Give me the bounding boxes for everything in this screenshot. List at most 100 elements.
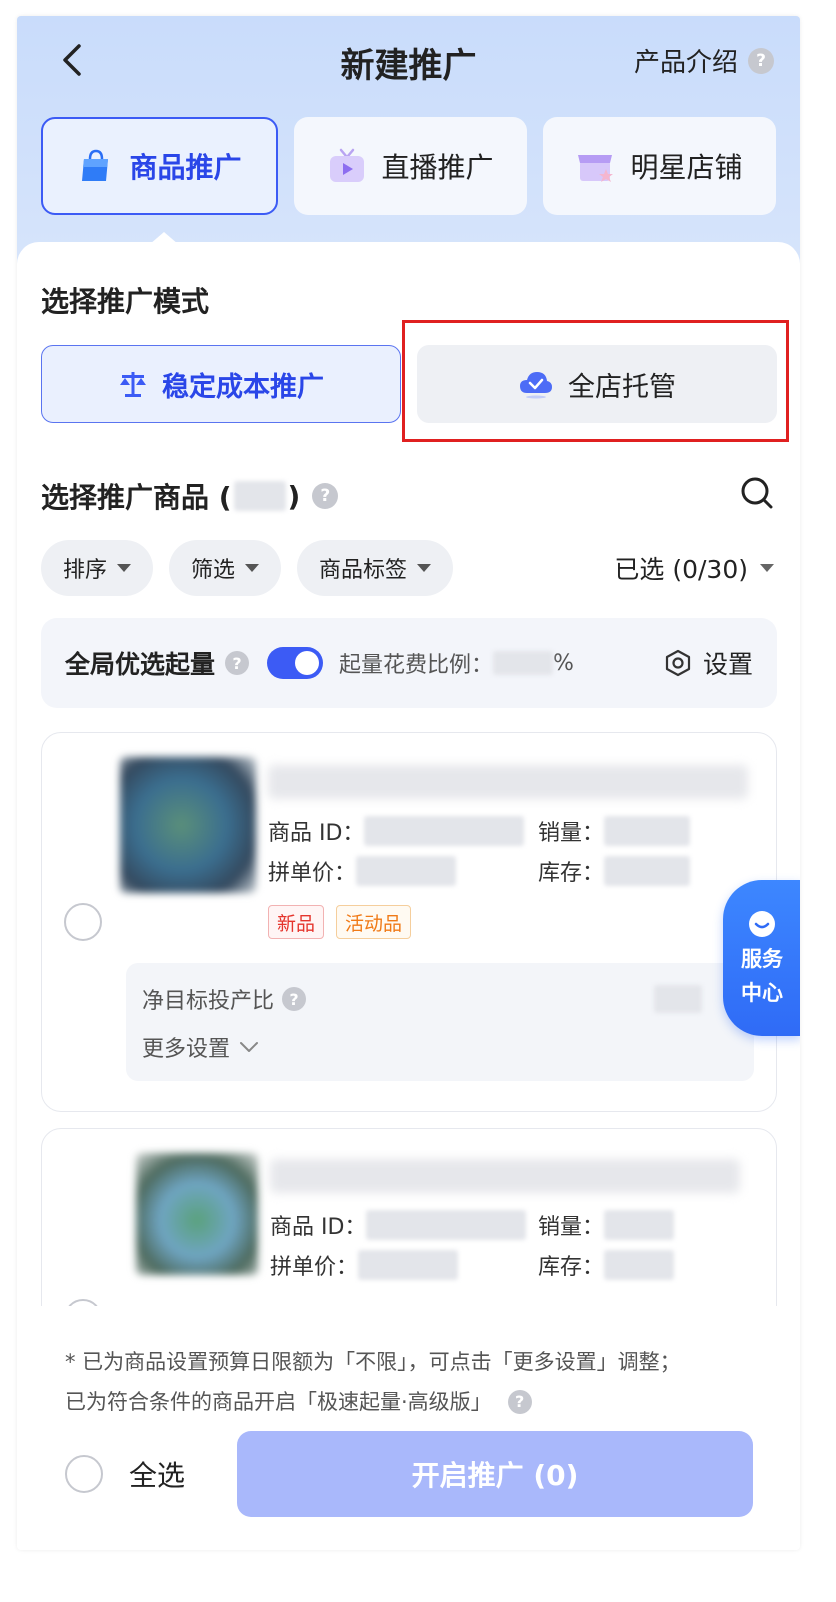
filter-dropdown[interactable]: 筛选 [169, 540, 282, 596]
sales-label: 销量： [538, 821, 605, 846]
roi-label: 净目标投产比 [142, 989, 275, 1014]
stock-label: 库存： [538, 861, 605, 886]
caret-down-icon [417, 564, 432, 572]
product-card: 商品 ID： 拼单价： 销量： 库存： 新品 活动品 净目标投产比 ? 更多设置 [41, 732, 777, 1112]
help-icon[interactable]: ? [507, 1390, 532, 1414]
mode-label: 稳定成本推广 [162, 371, 324, 403]
product-title-redacted [268, 765, 748, 799]
settings-label: 设置 [702, 650, 753, 679]
price-value-redacted [356, 856, 457, 886]
product-stock: 库存： [538, 855, 691, 887]
select-all-label: 全选 [129, 1459, 186, 1492]
caret-down-icon [760, 564, 774, 572]
store-icon [578, 155, 614, 182]
product-title-redacted [270, 1159, 740, 1193]
section-title-mode: 选择推广模式 [41, 285, 210, 318]
caret-down-icon [245, 564, 260, 572]
roi-value-redacted [654, 985, 702, 1013]
chip-label: 筛选 [191, 558, 236, 583]
sales-value-redacted [604, 816, 691, 846]
stock-label: 库存： [538, 1255, 605, 1280]
global-boost-bar: 全局优选起量 ? 起量花费比例： % 设置 [41, 618, 777, 708]
tag-activity: 活动品 [336, 905, 412, 939]
product-thumbnail [120, 757, 256, 893]
help-icon[interactable]: ? [225, 651, 250, 675]
tv-icon [330, 148, 365, 182]
service-center-button[interactable]: 服务 中心 [723, 880, 800, 1036]
id-value-redacted [366, 1210, 527, 1240]
note-line2: 已为符合条件的商品开启「极速起量·高级版」 [65, 1390, 492, 1414]
start-promotion-button[interactable]: 开启推广 (0) [237, 1431, 753, 1517]
ratio-label: 起量花费比例： [339, 653, 494, 678]
promotion-type-tabs: 商品推广 直播推广 明星店铺 [41, 117, 776, 215]
sort-dropdown[interactable]: 排序 [41, 540, 154, 596]
caret-down-icon [117, 564, 132, 572]
select-all[interactable]: 全选 [65, 1454, 185, 1494]
shopping-bag-icon [82, 149, 109, 181]
product-id: 商品 ID： [268, 815, 525, 847]
price-label: 拼单价： [268, 861, 357, 886]
tab-live-promotion[interactable]: 直播推广 [294, 117, 527, 215]
settings-hexagon-icon [665, 649, 691, 677]
help-icon[interactable]: ? [748, 47, 774, 74]
boost-ratio: 起量花费比例： % [339, 647, 574, 679]
section-title-goods: 选择推广商品 ( ) ? [41, 476, 339, 516]
product-intro-link[interactable]: 产品介绍 ? [634, 42, 774, 79]
tab-label: 明星店铺 [630, 151, 743, 184]
tab-star-store[interactable]: 明星店铺 [543, 117, 776, 215]
product-intro-label: 产品介绍 [633, 48, 738, 78]
chip-label: 排序 [63, 558, 108, 583]
stock-value-redacted [604, 856, 691, 886]
stock-value-redacted [604, 1250, 675, 1280]
highlight-box [402, 320, 789, 442]
tab-label: 直播推广 [381, 151, 494, 184]
mode-stable-cost[interactable]: 稳定成本推广 [41, 345, 401, 423]
ratio-unit: % [553, 650, 574, 676]
product-thumbnail [136, 1153, 258, 1275]
help-icon[interactable]: ? [312, 483, 339, 509]
product-sales: 销量： [538, 1209, 675, 1241]
product-settings-panel: 净目标投产比 ? 更多设置 [126, 963, 754, 1081]
price-label: 拼单价： [270, 1255, 359, 1280]
global-boost-label: 全局优选起量 [65, 650, 216, 679]
tag-dropdown[interactable]: 商品标签 [297, 540, 454, 596]
boost-settings-button[interactable]: 设置 [663, 645, 753, 681]
roi-row: 净目标投产比 ? [142, 983, 307, 1015]
price-value-redacted [358, 1250, 459, 1280]
selected-count-dropdown[interactable]: 已选 (0/30) [614, 550, 774, 586]
select-all-checkbox[interactable] [65, 1455, 103, 1493]
id-label: 商品 ID： [270, 1215, 367, 1240]
service-line2: 中心 [741, 981, 783, 1005]
product-id: 商品 ID： [270, 1209, 527, 1241]
global-boost-toggle[interactable] [267, 647, 324, 679]
more-settings-toggle[interactable]: 更多设置 [142, 1031, 260, 1063]
product-stock: 库存： [538, 1249, 675, 1281]
selected-count: 已选 (0/30) [614, 555, 748, 584]
id-label: 商品 ID： [268, 821, 365, 846]
tag-new: 新品 [268, 905, 325, 939]
more-settings-label: 更多设置 [142, 1037, 231, 1062]
tab-label: 商品推广 [129, 151, 242, 184]
filter-bar: 排序 筛选 商品标签 [41, 540, 454, 596]
budget-note: * 已为商品设置预算日限额为「不限」，可点击「更多设置」调整； 已为符合条件的商… [65, 1342, 765, 1422]
help-icon[interactable]: ? [282, 987, 307, 1011]
chat-smile-icon [749, 911, 775, 937]
goods-title-prefix: 选择推广商品 ( [41, 481, 232, 514]
chip-label: 商品标签 [319, 558, 408, 583]
search-icon[interactable] [740, 476, 774, 510]
product-checkbox[interactable] [64, 903, 102, 941]
product-price: 拼单价： [268, 855, 457, 887]
ratio-value-redacted [493, 651, 554, 675]
service-line1: 服务 [741, 947, 783, 971]
note-line1: * 已为商品设置预算日限额为「不限」，可点击「更多设置」调整； [65, 1350, 681, 1374]
app-screen: 新建推广 产品介绍 ? 商品推广 直播推广 明星店铺 选择推广模式 稳定成本推广… [17, 16, 800, 1550]
balance-scale-icon [120, 372, 146, 397]
tab-goods-promotion[interactable]: 商品推广 [41, 117, 278, 215]
note-line2-row: 已为符合条件的商品开启「极速起量·高级版」 ? [65, 1382, 765, 1422]
product-sales: 销量： [538, 815, 691, 847]
product-price: 拼单价： [270, 1249, 459, 1281]
goods-title-suffix: ) [287, 479, 301, 513]
sales-value-redacted [604, 1210, 675, 1240]
goods-count-redacted [233, 481, 286, 511]
sales-label: 销量： [538, 1215, 605, 1240]
